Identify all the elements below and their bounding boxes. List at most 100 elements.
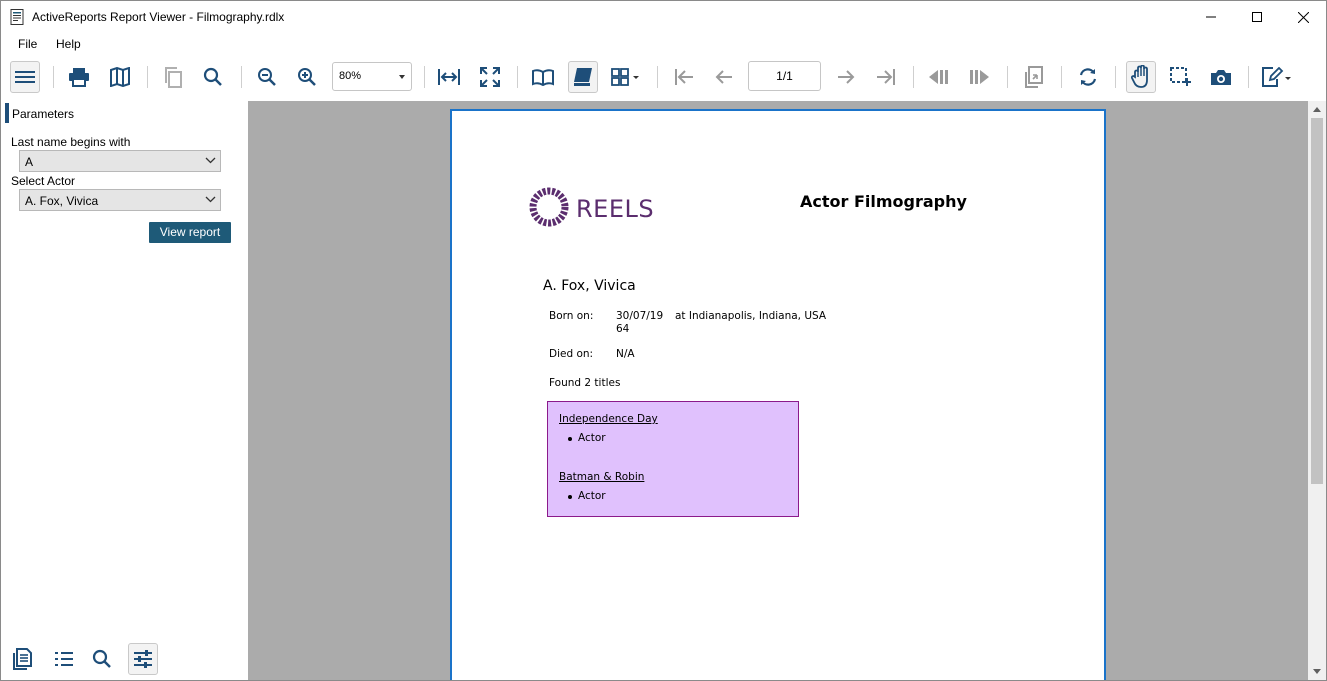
menu-file[interactable]: File	[18, 37, 37, 51]
history-forward-button[interactable]	[964, 61, 994, 93]
menu-bar: File Help	[1, 33, 1326, 55]
born-date-line1: 30/07/19	[616, 310, 664, 322]
document-pages-icon	[13, 648, 32, 670]
printer-icon	[69, 68, 89, 87]
report-viewer-area[interactable]: REELS Actor Filmography A. Fox, Vivica B…	[248, 101, 1308, 680]
copy-button[interactable]	[158, 61, 188, 93]
camera-icon	[1211, 70, 1231, 85]
last-name-value: A	[25, 155, 34, 169]
galley-mode-button[interactable]	[105, 61, 135, 93]
last-page-button[interactable]	[871, 61, 901, 93]
hamburger-menu-icon	[15, 71, 35, 83]
close-button[interactable]	[1280, 1, 1326, 33]
export-icon	[1262, 67, 1291, 87]
chevron-down-icon	[205, 196, 216, 203]
toolbar-separator	[53, 66, 54, 88]
find-button[interactable]	[198, 61, 228, 93]
report-app-icon	[10, 9, 24, 25]
hand-pan-icon	[1131, 65, 1148, 88]
toolbar-separator	[1061, 66, 1062, 88]
search-icon	[203, 67, 222, 86]
fit-page-icon	[480, 67, 500, 87]
scroll-down-icon[interactable]	[1313, 669, 1321, 674]
fit-page-button[interactable]	[475, 61, 505, 93]
select-region-icon	[1170, 67, 1191, 86]
minimize-button[interactable]	[1188, 1, 1234, 33]
maximize-button[interactable]	[1234, 1, 1280, 33]
chevron-down-icon	[205, 157, 216, 164]
zoom-out-button[interactable]	[252, 61, 282, 93]
parameters-sidebar: Parameters Last name begins with A Selec…	[1, 101, 248, 680]
title-bar: ActiveReports Report Viewer - Filmograph…	[1, 1, 1326, 33]
view-report-button[interactable]: View report	[149, 222, 231, 243]
select-actor-select[interactable]: A. Fox, Vivica	[19, 189, 221, 211]
refresh-button[interactable]	[1073, 61, 1103, 93]
film-link[interactable]: Batman & Robin	[559, 471, 644, 483]
toolbar-separator	[147, 66, 148, 88]
minimize-icon	[1206, 16, 1216, 18]
tab-search[interactable]	[87, 643, 117, 675]
sidebar-tabs	[1, 640, 248, 680]
scroll-up-icon[interactable]	[1313, 107, 1321, 112]
zoom-in-icon	[298, 68, 316, 86]
single-page-icon	[574, 68, 592, 86]
zoom-in-button[interactable]	[292, 61, 322, 93]
died-label: Died on:	[549, 348, 594, 360]
last-name-select[interactable]: A	[19, 150, 221, 172]
fit-width-button[interactable]	[434, 61, 464, 93]
open-book-icon	[532, 69, 554, 86]
history-forward-icon	[970, 70, 989, 84]
reels-logo-text: REELS	[576, 195, 655, 223]
page-number-input[interactable]: 1/1	[748, 61, 821, 91]
first-page-icon	[675, 69, 693, 85]
film-link[interactable]: Independence Day	[559, 413, 658, 425]
found-titles-text: Found 2 titles	[549, 377, 621, 389]
previous-page-button[interactable]	[709, 61, 739, 93]
reels-logo-icon	[529, 187, 569, 227]
toolbar-separator	[657, 66, 658, 88]
tab-document-map[interactable]	[49, 643, 79, 675]
arrow-left-icon	[715, 70, 732, 84]
last-name-label: Last name begins with	[11, 135, 131, 149]
next-page-button[interactable]	[831, 61, 861, 93]
vertical-scrollbar[interactable]	[1308, 101, 1326, 680]
window-title: ActiveReports Report Viewer - Filmograph…	[32, 10, 285, 24]
panel-header-accent	[5, 103, 9, 123]
chevron-down-icon	[399, 75, 405, 79]
menu-help[interactable]: Help	[56, 37, 81, 51]
print-button[interactable]	[64, 61, 94, 93]
history-back-button[interactable]	[924, 61, 954, 93]
selection-mode-button[interactable]	[1166, 61, 1196, 93]
pan-mode-button[interactable]	[1126, 61, 1156, 93]
zoom-level-select[interactable]: 80%	[332, 62, 412, 91]
toolbar-separator	[424, 66, 425, 88]
continuous-view-button[interactable]	[528, 61, 558, 93]
report-title: Actor Filmography	[800, 192, 967, 211]
toolbar-separator	[913, 66, 914, 88]
export-button[interactable]	[1261, 61, 1291, 93]
toolbar-separator	[1115, 66, 1116, 88]
born-place: at Indianapolis, Indiana, USA	[675, 310, 827, 322]
list-icon	[55, 652, 73, 666]
scroll-thumb[interactable]	[1311, 118, 1323, 484]
last-page-icon	[877, 69, 895, 85]
arrow-right-icon	[838, 70, 855, 84]
fit-width-icon	[438, 69, 460, 85]
report-page: REELS Actor Filmography A. Fox, Vivica B…	[450, 109, 1106, 680]
zoom-level-value: 80%	[339, 70, 362, 82]
single-page-view-button[interactable]	[568, 61, 598, 93]
snapshot-button[interactable]	[1206, 61, 1236, 93]
film-role: Actor	[578, 432, 606, 444]
multipage-view-button[interactable]	[610, 61, 640, 93]
first-page-button[interactable]	[669, 61, 699, 93]
select-actor-value: A. Fox, Vivica	[25, 194, 99, 208]
back-to-parent-button[interactable]	[1019, 61, 1049, 93]
app-window: ActiveReports Report Viewer - Filmograph…	[0, 0, 1327, 681]
born-date-line2: 64	[616, 323, 630, 335]
bullet	[568, 495, 572, 499]
tab-parameters[interactable]	[128, 643, 158, 675]
tab-thumbnails[interactable]	[8, 643, 38, 675]
sidebar-toggle-button[interactable]	[10, 61, 40, 93]
toolbar-separator	[517, 66, 518, 88]
search-icon	[92, 649, 111, 668]
